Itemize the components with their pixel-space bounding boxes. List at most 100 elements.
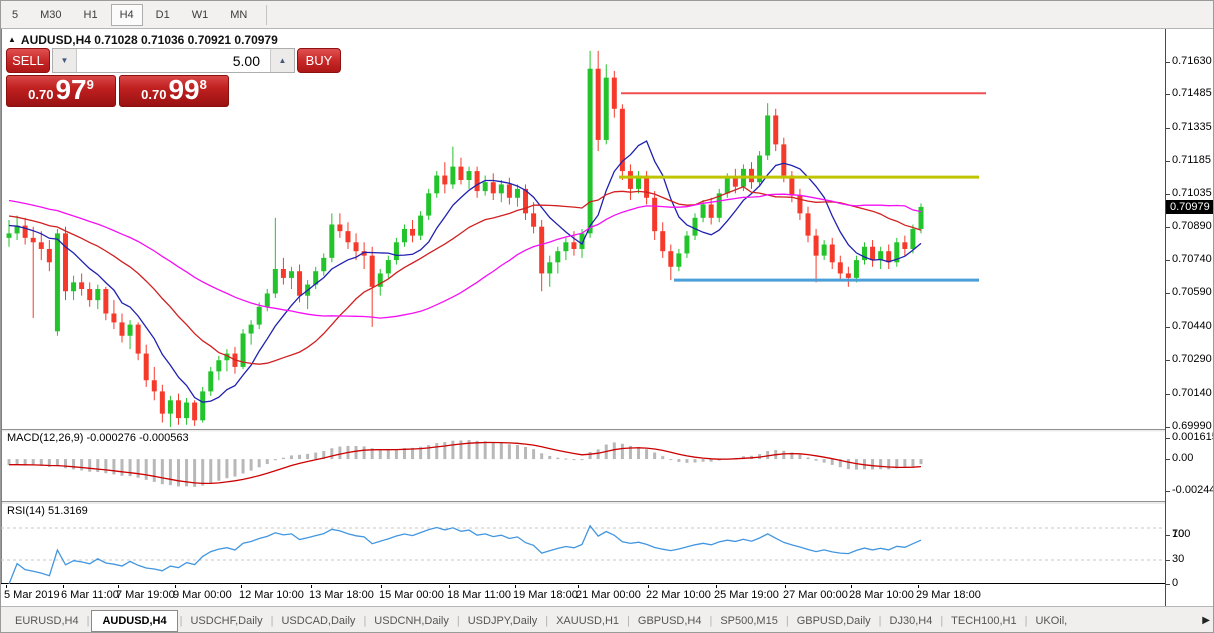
time-tick [381,585,382,588]
price-tick-label: 0.70590 [1172,286,1212,298]
rsi-tick-label-tick [1166,560,1170,561]
time-label: 5 Mar 2019 [4,589,60,601]
volume-decrease-button[interactable]: ▼ [53,49,77,72]
tab-divider: | [1023,615,1030,627]
time-tick [175,585,176,588]
toolbar-divider [266,5,267,25]
timeframe-button-5[interactable]: 5 [3,4,27,26]
time-tick [241,585,242,588]
tab-sp500-m15[interactable]: SP500,M15 [714,611,783,631]
macd-tick-label-tick [1166,491,1170,492]
time-label: 6 Mar 11:00 [61,589,119,601]
rsi-tick-label-tick [1166,535,1170,536]
tab-eurusd-h4[interactable]: EURUSD,H4 [9,611,85,631]
buy-price-prefix: 0.70 [141,86,166,104]
rsi-tick-label: 30 [1172,553,1184,565]
volume-increase-button[interactable]: ▲ [270,49,294,72]
tab-ukoil[interactable]: UKOil, [1029,611,1073,631]
volume-input[interactable] [77,49,270,72]
chart-tabs: EURUSD,H4|AUDUSD,H4|USDCHF,Daily|USDCAD,… [1,610,1073,632]
time-tick [918,585,919,588]
time-tick [6,585,7,588]
timeframe-button-mn[interactable]: MN [221,4,256,26]
price-tick-label: 0.70290 [1172,353,1212,365]
macd-tick-label: 0.001615 [1172,431,1214,443]
tab-tech100-h1[interactable]: TECH100,H1 [945,611,1022,631]
time-tick [63,585,64,588]
price-tick-label: 0.70890 [1172,220,1212,232]
price-tick-label: 0.70440 [1172,320,1212,332]
rsi-tick-label: 70 [1172,528,1184,540]
time-label: 29 Mar 18:00 [916,589,981,601]
candlestick-chart-canvas[interactable] [1,29,1165,584]
price-tick-label: 0.71485 [1172,87,1212,99]
tab-usdjpy-daily[interactable]: USDJPY,Daily [462,611,544,631]
symbol-ohlc-text: AUDUSD,H4 0.71028 0.71036 0.70921 0.7097… [21,33,278,47]
timeframe-toolbar: 5M30H1H4D1W1MN [1,1,1213,29]
price-tick-label: 0.70140 [1172,387,1212,399]
time-tick [449,585,450,588]
macd-tick-label: 0.00 [1172,452,1193,464]
tab-xauusd-h1[interactable]: XAUUSD,H1 [550,611,625,631]
macd-label: MACD(12,26,9) -0.000276 -0.000563 [7,432,189,444]
chart-title: ▲ AUDUSD,H4 0.71028 0.71036 0.70921 0.70… [8,33,278,47]
price-tick-label: 0.70740 [1172,253,1212,265]
tab-usdchf-daily[interactable]: USDCHF,Daily [184,611,268,631]
time-label: 21 Mar 00:00 [576,589,641,601]
price-tick-label-tick [1166,161,1170,162]
buy-price-big: 99 [168,77,199,104]
buy-price-box[interactable]: 0.70 99 8 [119,75,229,107]
time-label: 7 Mar 19:00 [116,589,175,601]
timeframe-button-d1[interactable]: D1 [147,4,179,26]
time-label: 28 Mar 10:00 [849,589,914,601]
tab-dj30-h4[interactable]: DJ30,H4 [884,611,939,631]
sell-price-prefix: 0.70 [28,86,53,104]
tab-divider: | [85,615,92,627]
tab-divider: | [361,615,368,627]
tab-scroll-right-button[interactable]: ▶ [1202,615,1210,626]
time-tick [785,585,786,588]
timeframe-button-h4[interactable]: H4 [111,4,143,26]
tab-divider: | [707,615,714,627]
tab-gbpusd-h4[interactable]: GBPUSD,H4 [632,611,708,631]
time-label: 22 Mar 10:00 [646,589,711,601]
price-tick-label-tick [1166,94,1170,95]
time-label: 25 Mar 19:00 [714,589,779,601]
mt4-window: 5M30H1H4D1W1MN ▲ AUDUSD,H4 0.71028 0.710… [0,0,1214,633]
time-tick [311,585,312,588]
tab-gbpusd-daily[interactable]: GBPUSD,Daily [791,611,877,631]
price-tick-label-tick [1166,427,1170,428]
tab-audusd-h4[interactable]: AUDUSD,H4 [91,610,177,632]
price-tick-label-tick [1166,128,1170,129]
buy-button[interactable]: BUY [297,48,341,73]
rsi-label: RSI(14) 51.3169 [7,505,88,517]
time-label: 9 Mar 00:00 [173,589,232,601]
timeframe-buttons: 5M30H1H4D1W1MN [3,4,256,26]
price-axis[interactable]: 0.70979 0.716300.714850.713350.711850.71… [1165,29,1214,606]
time-axis[interactable]: 5 Mar 20196 Mar 11:007 Mar 19:009 Mar 00… [1,585,1165,606]
time-tick [851,585,852,588]
tab-divider: | [625,615,632,627]
price-tick-label-tick [1166,227,1170,228]
tab-usdcad-daily[interactable]: USDCAD,Daily [275,611,361,631]
sell-price-box[interactable]: 0.70 97 9 [6,75,116,107]
buy-price-pip: 8 [200,77,207,92]
time-tick [648,585,649,588]
time-tick [118,585,119,588]
macd-tick-label: -0.002443 [1172,484,1214,496]
tab-divider: | [269,615,276,627]
sell-price-pip: 9 [87,77,94,92]
macd-tick-label-tick [1166,438,1170,439]
tab-usdcnh-daily[interactable]: USDCNH,Daily [368,611,455,631]
timeframe-button-h1[interactable]: H1 [75,4,107,26]
time-label: 12 Mar 10:00 [239,589,304,601]
tab-divider: | [455,615,462,627]
sell-button[interactable]: SELL [6,48,50,73]
price-tick-label: 0.71630 [1172,55,1212,67]
timeframe-button-w1[interactable]: W1 [183,4,218,26]
chart-tabs-bar: EURUSD,H4|AUDUSD,H4|USDCHF,Daily|USDCAD,… [1,606,1213,633]
tab-divider: | [784,615,791,627]
timeframe-button-m30[interactable]: M30 [31,4,70,26]
time-label: 13 Mar 18:00 [309,589,374,601]
price-tick-label-tick [1166,194,1170,195]
